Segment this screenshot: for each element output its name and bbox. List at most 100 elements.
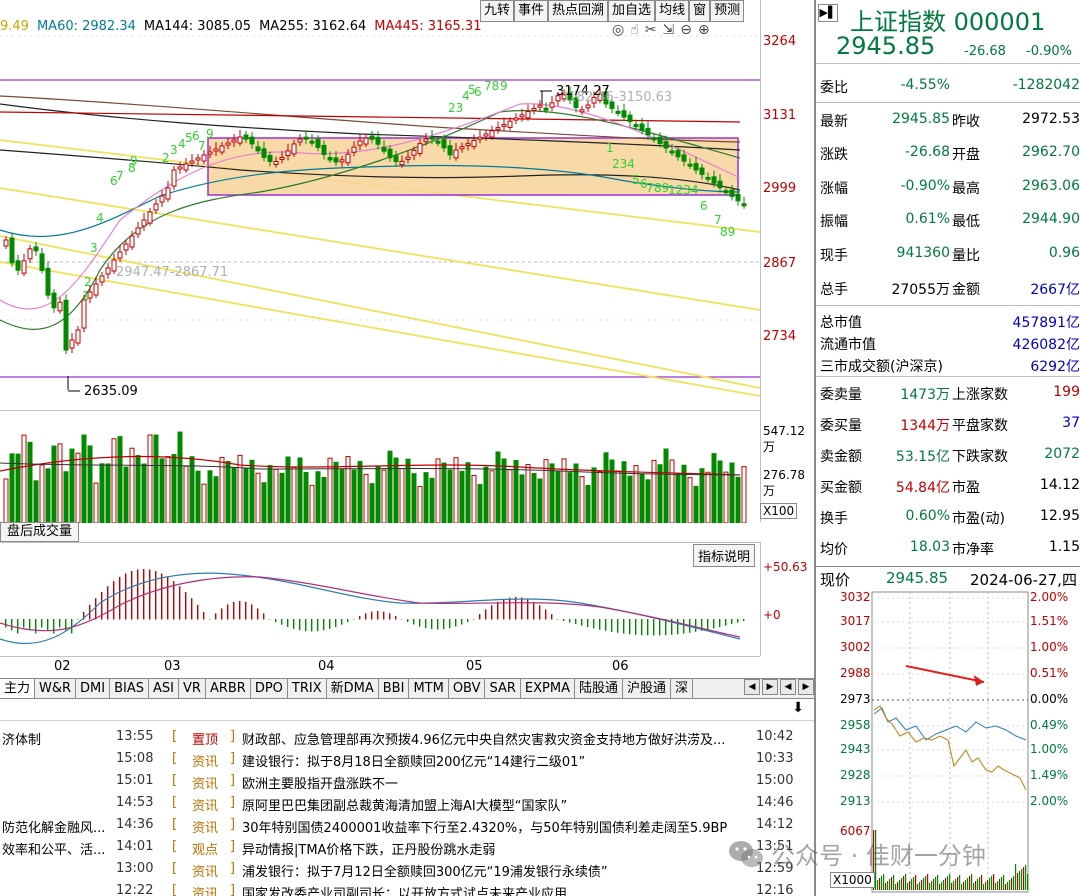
- top-tab[interactable]: 预测: [710, 0, 745, 22]
- volume-bar: [735, 476, 741, 524]
- zoom-fit-icon[interactable]: ⇲: [662, 22, 674, 38]
- volume-bar: [57, 443, 63, 524]
- scroll-left-icon[interactable]: ◀: [780, 679, 796, 695]
- candle-body: [117, 251, 123, 259]
- candle-body: [447, 145, 453, 156]
- top-tab[interactable]: 热点回溯: [548, 0, 609, 22]
- macd-histogram-bar: [155, 571, 157, 620]
- news-row[interactable]: 12:22 [资讯] 国家发改委产业司副司长：以开放方式试点未来产业应用 12:16: [0, 881, 814, 896]
- news-row[interactable]: 15:01 [资讯] 欧洲主要股指开盘涨跌不一 15:00: [0, 771, 814, 793]
- indicator-tab[interactable]: 新DMA: [327, 679, 379, 698]
- news-time: 15:08: [116, 751, 154, 766]
- news-title[interactable]: 浦发银行：拟于7月12日全额赎回300亿元“19浦发银行永续债”: [242, 861, 747, 880]
- top-tab[interactable]: 均线: [655, 0, 690, 22]
- news-title[interactable]: 建设银行：拟于8月18日全额赎回200亿元“14建行二级01”: [242, 751, 747, 770]
- scroll-right-icon[interactable]: ▶: [762, 679, 778, 695]
- indicator-tab[interactable]: DPO: [251, 679, 288, 698]
- news-title[interactable]: 原阿里巴巴集团副总裁黄海清加盟上海AI大模型“国家队”: [242, 795, 747, 814]
- top-tab[interactable]: 窗: [689, 0, 711, 22]
- news-row[interactable]: 济体制 13:55 [置顶] 财政部、应急管理部再次预拨4.96亿元中央自然灾害救灾资…: [0, 727, 814, 749]
- news-row[interactable]: 防范化解金融风... 14:36 [资讯] 30年特别国债2400001收益率下行至2…: [0, 815, 814, 837]
- indicator-tab[interactable]: OBV: [449, 679, 486, 698]
- zoom-out-icon[interactable]: ⊖: [680, 22, 692, 38]
- volume-multiplier[interactable]: X100: [760, 503, 798, 519]
- indicator-tab[interactable]: 深: [671, 679, 694, 698]
- news-title[interactable]: 异动情报|TMA价格下跌，正丹股份跳水走弱: [242, 839, 747, 858]
- indicator-tab[interactable]: ASI: [149, 679, 179, 698]
- macd-chart[interactable]: [0, 542, 760, 656]
- candle-body: [21, 260, 27, 274]
- macd-histogram-bar: [485, 609, 487, 620]
- indicator-tab[interactable]: W&R: [35, 679, 77, 698]
- news-row[interactable]: 14:53 [资讯] 原阿里巴巴集团副总裁黄海清加盟上海AI大模型“国家队” 14:4…: [0, 793, 814, 815]
- td-sequence-number: 1234: [668, 183, 699, 197]
- indicator-tab[interactable]: BIAS: [110, 679, 150, 698]
- news-row[interactable]: 13:00 [资讯] 浦发银行：拟于7月12日全额赎回300亿元“19浦发银行永续债…: [0, 859, 814, 881]
- market-label: 三市成交额(沪深京): [820, 359, 943, 375]
- download-icon[interactable]: ⬇: [792, 700, 804, 716]
- candle-body: [141, 219, 147, 227]
- quote-label: 卖金额: [820, 449, 862, 465]
- volume-chart[interactable]: [0, 410, 760, 524]
- intraday-multiplier[interactable]: X1000: [830, 872, 875, 888]
- indicator-tab[interactable]: TRIX: [288, 679, 327, 698]
- news-title[interactable]: 财政部、应急管理部再次预拨4.96亿元中央自然灾害救灾资金支持地方做好洪涝及..…: [242, 729, 747, 748]
- macd-histogram-bar: [521, 597, 523, 620]
- volume-bar: [9, 453, 15, 524]
- quote-label: 委比: [820, 80, 848, 96]
- indicator-tab[interactable]: 主力: [0, 679, 36, 698]
- indicator-tab[interactable]: BBI: [379, 679, 410, 698]
- td-sequence-number: 9: [130, 154, 138, 168]
- news-row[interactable]: 效率和公平、活... 14:01 [观点] 异动情报|TMA价格下跌，正丹股份跳水走弱…: [0, 837, 814, 859]
- macd-histogram-bar: [635, 619, 637, 635]
- volume-bar: [33, 480, 39, 524]
- volume-bar: [543, 459, 549, 524]
- candle-body: [81, 299, 87, 329]
- indicator-tab[interactable]: 沪股通: [623, 679, 671, 698]
- news-row[interactable]: 15:08 [资讯] 建设银行：拟于8月18日全额赎回200亿元“14建行二级01”…: [0, 749, 814, 771]
- top-tab[interactable]: 加自选: [608, 0, 656, 22]
- indicator-tab[interactable]: SAR: [485, 679, 521, 698]
- news-title[interactable]: 欧洲主要股指开盘涨跌不一: [242, 773, 747, 792]
- volume-bar: [501, 458, 507, 524]
- indicator-tab[interactable]: MTM: [409, 679, 449, 698]
- volume-bar: [669, 459, 675, 524]
- candle-body: [147, 211, 153, 224]
- scissors-icon[interactable]: ✂: [645, 22, 657, 38]
- indicator-tab[interactable]: EXPMA: [521, 679, 575, 698]
- macd-histogram-bar: [479, 614, 481, 620]
- zoom-in-icon[interactable]: ⊕: [698, 22, 710, 38]
- volume-bar: [27, 441, 33, 524]
- back-arrow-icon[interactable]: ▶▌: [818, 4, 838, 22]
- volume-bar: [429, 477, 435, 524]
- kline-chart[interactable]: 1 2 3 4 6 7 8 9 2 3 4 5 6 7 9 23 4 5 6 78 9 1 234 5 6 7 89 1234 6 7 89…: [0, 0, 761, 410]
- index-change-percent: -0.90%: [1026, 44, 1072, 59]
- indicator-tab[interactable]: 陆股通: [575, 679, 623, 698]
- candle-body: [381, 146, 387, 152]
- scroll-right-icon[interactable]: ▶: [798, 679, 814, 695]
- volume-bar: [465, 462, 471, 524]
- hand-icon[interactable]: ☝: [630, 22, 639, 38]
- scroll-left-icon[interactable]: ◀: [744, 679, 760, 695]
- indicator-tab[interactable]: DMI: [76, 679, 111, 698]
- volume-label-tab[interactable]: 盘后成交量: [0, 522, 80, 542]
- candle-body: [33, 246, 39, 252]
- volume-bar: [585, 484, 591, 524]
- indicator-help-button[interactable]: 指标说明: [693, 544, 756, 567]
- intraday-volume-bar: [923, 878, 925, 890]
- indicator-tab[interactable]: VR: [179, 679, 206, 698]
- volume-bar: [195, 470, 201, 524]
- eye-icon[interactable]: ◎: [612, 22, 624, 38]
- macd-histogram-bar: [371, 611, 373, 620]
- quote-row: 最新 2945.85 昨收 2972.53: [816, 104, 1080, 136]
- volume-bar: [363, 473, 369, 524]
- news-title[interactable]: 国家发改委产业司副司长：以开放方式试点未来产业应用: [242, 883, 747, 896]
- candle-body: [741, 203, 747, 207]
- intraday-volume-bar: [997, 881, 999, 890]
- intraday-volume-bar: [951, 883, 953, 890]
- top-tab[interactable]: 事件: [514, 0, 549, 22]
- news-title[interactable]: 30年特别国债2400001收益率下行至2.4320%，与50年特别国债利差走阔…: [242, 817, 747, 836]
- macd-histogram-bar: [341, 619, 343, 625]
- intraday-volume-bar: [877, 880, 879, 890]
- indicator-tab[interactable]: ARBR: [206, 679, 251, 698]
